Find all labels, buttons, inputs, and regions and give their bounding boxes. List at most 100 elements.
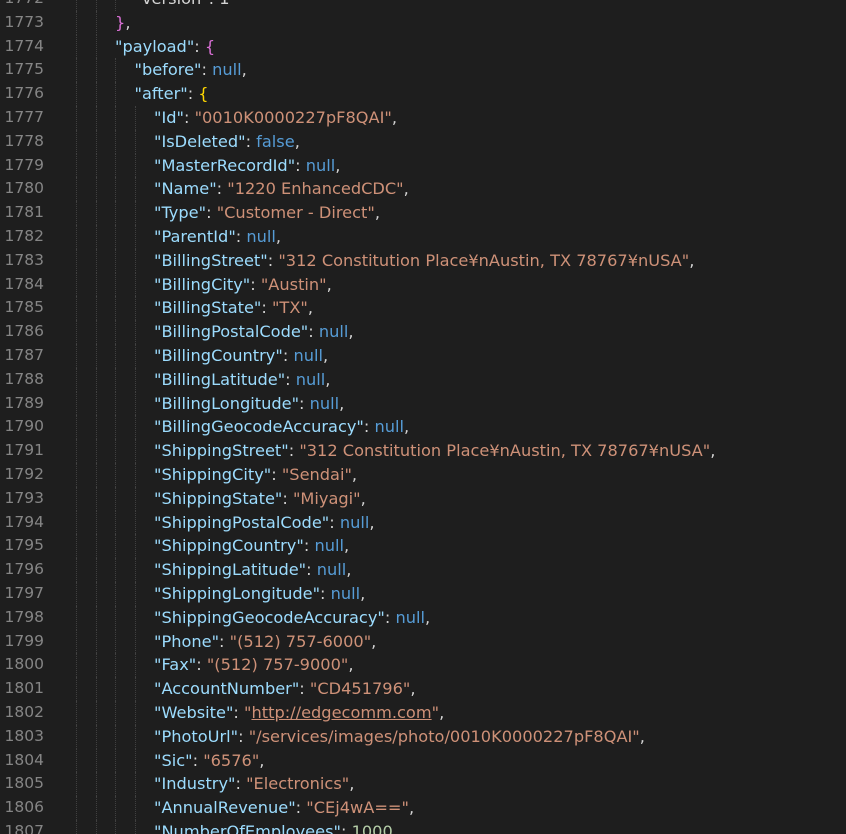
line-number: 1781 [4, 203, 44, 222]
code-editor[interactable]: 1772"version": 11773},1774"payload": {17… [0, 0, 846, 834]
indent-guide [76, 677, 77, 701]
code-line[interactable]: 1798 "ShippingGeocodeAccuracy": null, [0, 605, 846, 630]
code-token: , [322, 345, 329, 365]
code-text: }, [115, 11, 130, 35]
code-token: : [250, 274, 261, 294]
code-line[interactable]: 1776 "after": { [0, 82, 846, 106]
code-line[interactable]: 1796 "ShippingLatitude": null, [0, 558, 846, 582]
indent-guide [76, 0, 77, 11]
indent-guide [95, 272, 97, 297]
code-token: : [295, 155, 306, 175]
indent-guide [76, 819, 77, 834]
line-number: 1798 [4, 607, 44, 626]
indent-guide [95, 534, 97, 559]
code-line[interactable]: 1773}, [0, 10, 846, 35]
code-token: "before" [134, 60, 202, 80]
code-line[interactable]: 1806 "AnnualRevenue": "CEj4wA==", [0, 796, 846, 820]
line-number: 1804 [4, 750, 44, 769]
code-line[interactable]: 1774 "payload": { [0, 34, 846, 59]
code-line[interactable]: 1782 "ParentId": null, [0, 224, 846, 249]
code-line[interactable]: 1779 "MasterRecordId": null, [0, 153, 846, 178]
code-line[interactable]: 1803 "PhotoUrl": "/services/images/photo/… [0, 724, 846, 749]
code-line[interactable]: 1783 "BillingStreet": "312 Constitution P… [0, 248, 846, 273]
code-line[interactable]: 1793 "ShippingState": "Miyagi", [0, 486, 846, 511]
indent-guide [95, 296, 97, 321]
code-token: "Id" [154, 107, 184, 127]
code-text: "AnnualRevenue": "CEj4wA==", [154, 796, 414, 820]
code-line[interactable]: 1792 "ShippingCity": "Sendai", [0, 462, 846, 487]
code-token: , [424, 607, 431, 627]
code-line[interactable]: 1802 "Website": "http://edgecomm.com", [0, 700, 846, 725]
indent-guide [76, 772, 77, 797]
indent-guide [115, 320, 116, 344]
indent-guide [115, 581, 116, 606]
code-token: null [316, 560, 347, 580]
code-text: "before": null, [135, 58, 247, 82]
line-number: 1796 [4, 560, 44, 579]
indent-guide [115, 201, 116, 225]
code-line[interactable]: 1785 "BillingState": "TX", [0, 296, 846, 321]
code-line[interactable]: 1778 "IsDeleted": false, [0, 129, 846, 154]
code-token: : [320, 583, 331, 603]
indent-guide [76, 653, 77, 678]
indent-guide [95, 177, 97, 202]
code-line[interactable]: 1781 "Type": "Customer - Direct", [0, 201, 846, 225]
code-token: "BillingGeocodeAccuracy" [154, 417, 364, 437]
indent-guide [95, 724, 97, 749]
indent-guide [134, 534, 136, 559]
code-text: "ShippingLatitude": null, [154, 558, 351, 582]
code-token: : [267, 250, 279, 270]
indent-guide [95, 819, 97, 834]
code-token: : [306, 560, 317, 580]
indent-guide [134, 796, 136, 820]
indent-guide [76, 34, 77, 59]
indent-guide [115, 105, 116, 130]
code-line[interactable]: 1780 "Name": "1220 EnhancedCDC", [0, 177, 846, 202]
line-number: 1807 [4, 821, 44, 834]
code-line[interactable]: 1801 "AccountNumber": "CD451796", [0, 677, 846, 701]
code-line[interactable]: 1789 "BillingLongitude": null, [0, 391, 846, 416]
code-token: : [288, 441, 300, 461]
code-line[interactable]: 1791 "ShippingStreet": "312 Constitution … [0, 439, 846, 463]
code-line[interactable]: 1787 "BillingCountry": null, [0, 343, 846, 368]
indent-guide [134, 177, 136, 202]
code-text: "Industry": "Electronics", [154, 772, 354, 796]
code-line[interactable]: 1772 "version": 1 [0, 0, 846, 11]
indent-guide [134, 653, 136, 678]
indent-guide [95, 772, 97, 797]
indent-guide [134, 819, 136, 834]
indent-guide [76, 700, 77, 725]
code-token: "Phone" [154, 631, 220, 651]
code-line[interactable]: 1797 "ShippingLongitude": null, [0, 581, 846, 606]
code-token: , [403, 179, 409, 199]
code-line[interactable]: 1786 "BillingPostalCode": null, [0, 320, 846, 344]
line-number: 1789 [4, 393, 44, 412]
code-line[interactable]: 1807 "NumberOfEmployees": 1000, [0, 819, 846, 834]
code-token: "Name" [154, 179, 217, 199]
code-line[interactable]: 1804 "Sic": "6576", [0, 748, 846, 773]
indent-guide [76, 558, 77, 582]
code-line[interactable]: 1775 "before": null, [0, 58, 846, 83]
indent-guide [115, 177, 116, 202]
indent-guide [134, 343, 136, 368]
code-token: "BillingLongitude" [154, 393, 300, 413]
indent-guide [115, 224, 116, 249]
code-line[interactable]: 1794 "ShippingPostalCode": null, [0, 510, 846, 535]
code-line[interactable]: 1795 "ShippingCountry": null, [0, 534, 846, 559]
code-token: , [259, 750, 265, 770]
code-line[interactable]: 1799 "Phone": "(512) 757-6000", [0, 629, 846, 654]
indent-guide [115, 272, 116, 297]
code-text: "Type": "Customer - Direct", [154, 201, 380, 225]
code-line[interactable]: 1777 "Id": "0010K0000227pF8QAI", [0, 105, 846, 130]
code-token: : [235, 226, 247, 246]
code-line[interactable]: 1784 "BillingCity": "Austin", [0, 272, 846, 297]
code-token: , [343, 536, 350, 556]
code-line[interactable]: 1800 "Fax": "(512) 757-9000", [0, 653, 846, 678]
indent-guide [134, 153, 136, 178]
url-link[interactable]: http://edgecomm.com [251, 703, 431, 722]
code-line[interactable]: 1805 "Industry": "Electronics", [0, 772, 846, 797]
code-line[interactable]: 1790 "BillingGeocodeAccuracy": null, [0, 415, 846, 440]
line-number: 1799 [4, 631, 44, 650]
code-text: "ShippingCity": "Sendai", [154, 463, 357, 487]
code-line[interactable]: 1788 "BillingLatitude": null, [0, 367, 846, 392]
